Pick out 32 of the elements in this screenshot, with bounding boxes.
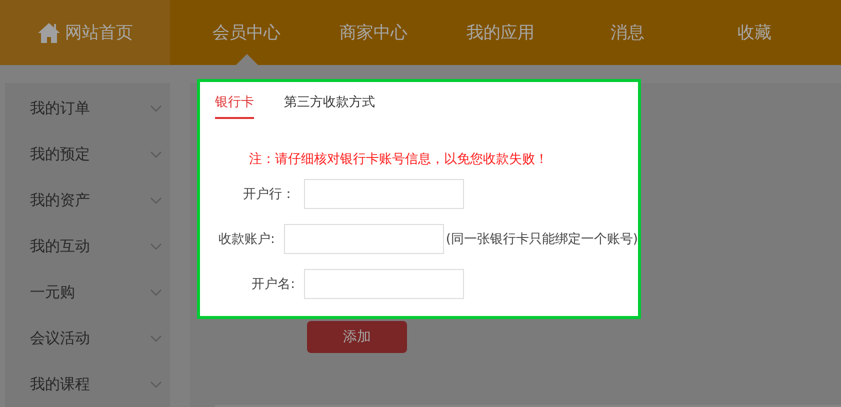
- sidebar-item[interactable]: 我的资产: [5, 177, 170, 223]
- input-field[interactable]: [304, 269, 464, 299]
- field-label: 收款账户:: [217, 231, 275, 248]
- home-link[interactable]: 网站首页: [0, 0, 170, 65]
- nav-item[interactable]: 消息: [564, 0, 691, 65]
- chevron-down-icon: [150, 242, 162, 250]
- tab[interactable]: 银行卡: [215, 93, 254, 119]
- nav-item[interactable]: 会员中心: [183, 0, 310, 65]
- sidebar-item[interactable]: 我的订单: [5, 85, 170, 131]
- add-button[interactable]: 添加: [307, 321, 407, 353]
- chevron-down-icon: [150, 150, 162, 158]
- nav-item[interactable]: 商家中心: [310, 0, 437, 65]
- nav-item[interactable]: 收藏: [691, 0, 818, 65]
- chevron-down-icon: [150, 196, 162, 204]
- sidebar-item[interactable]: 一元购: [5, 269, 170, 315]
- nav-item[interactable]: 我的应用: [437, 0, 564, 65]
- field-label: 开户行：: [242, 186, 295, 203]
- home-icon: [37, 22, 61, 44]
- chevron-down-icon: [150, 380, 162, 388]
- sidebar-item[interactable]: 我的互动: [5, 223, 170, 269]
- sidebar-item[interactable]: 我的预定: [5, 131, 170, 177]
- field-label: 开户名:: [250, 276, 295, 293]
- chevron-down-icon: [150, 334, 162, 342]
- input-field[interactable]: [304, 179, 464, 209]
- warning-text: 注：请仔细核对银行卡账号信息，以免您收款失败！: [249, 151, 549, 168]
- sidebar-item[interactable]: 我的课程: [5, 361, 170, 407]
- chevron-down-icon: [150, 288, 162, 296]
- hint-text: (同一张银行卡只能绑定一个账号): [446, 231, 638, 248]
- chevron-down-icon: [150, 104, 162, 112]
- sidebar-item[interactable]: 会议活动: [5, 315, 170, 361]
- input-field[interactable]: [284, 224, 444, 254]
- tab[interactable]: 第三方收款方式: [284, 93, 375, 119]
